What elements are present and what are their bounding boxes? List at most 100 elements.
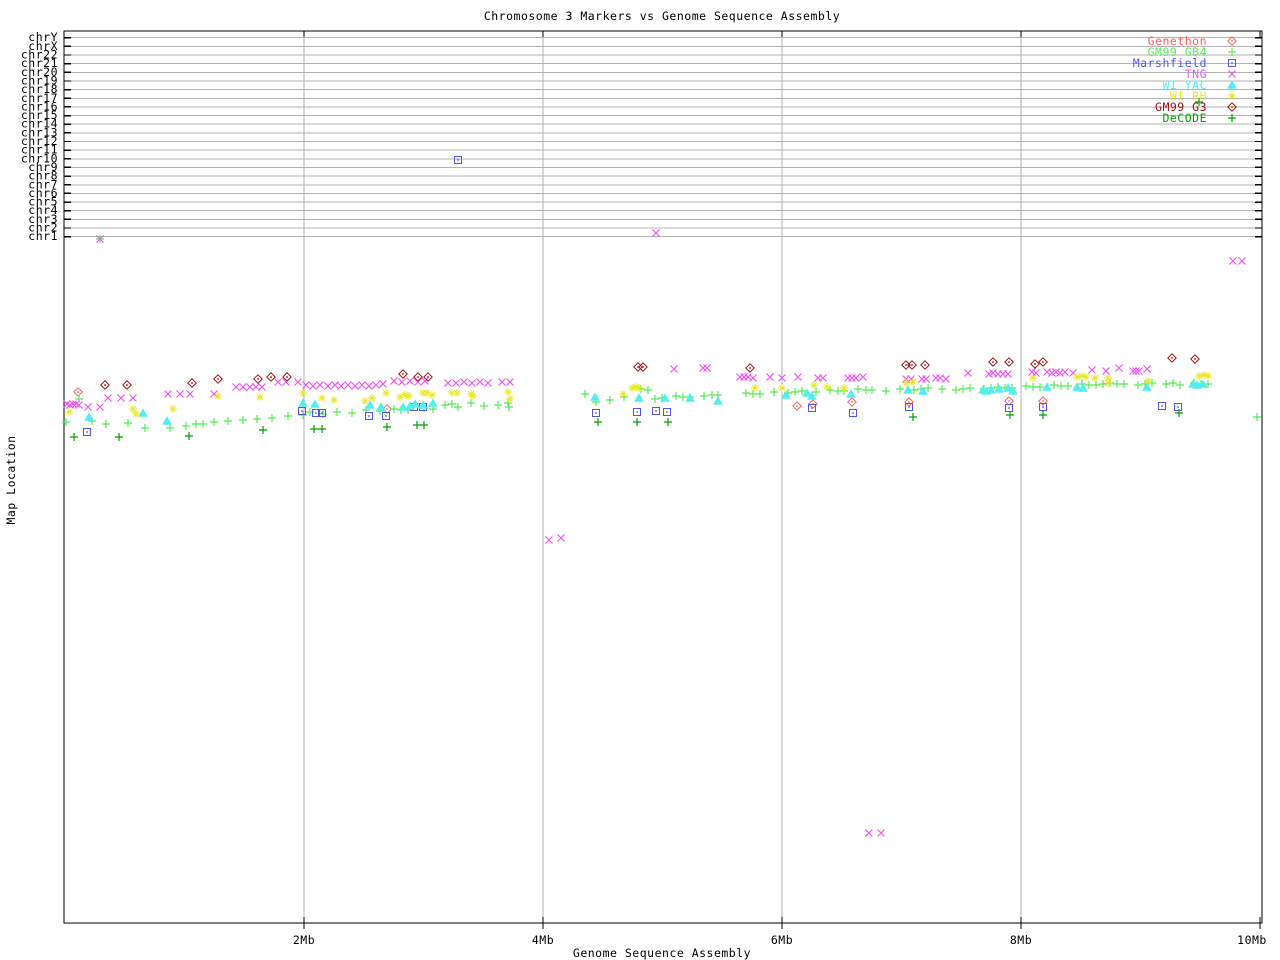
data-point-tng [844, 374, 852, 382]
data-point-tng [444, 379, 452, 387]
data-point-tng [703, 364, 711, 372]
data-point-gm99-gb4 [505, 403, 513, 411]
data-point-gm99-gb4 [1120, 380, 1128, 388]
data-point-gm99-g3 [1038, 357, 1048, 367]
data-point-wi-yac [1042, 382, 1052, 391]
data-point-tng [337, 382, 345, 390]
data-point-tng [1143, 365, 1151, 373]
data-point-tng [877, 829, 885, 837]
data-point-tng [545, 536, 553, 544]
data-point-wi-rh [751, 384, 759, 392]
data-point-tng [1088, 366, 1096, 374]
chart-title: Chromosome 3 Markers vs Genome Sequence … [483, 9, 841, 23]
data-point-marshfield [808, 404, 816, 412]
data-point-decode [420, 421, 428, 429]
x-axis-label: Genome Sequence Assembly [572, 946, 752, 960]
data-point-gm99-gb4 [966, 384, 974, 392]
data-point-tng [498, 378, 506, 386]
data-point-gm99-g3 [638, 362, 648, 372]
data-point-tng [309, 382, 317, 390]
data-point-tng [484, 379, 492, 387]
data-point-wi-rh [330, 396, 338, 404]
data-point-wi-yac [685, 393, 695, 402]
data-point-decode [1039, 411, 1047, 419]
data-point-marshfield [652, 407, 660, 415]
data-point-gm99-gb4 [494, 401, 502, 409]
data-point-tng [398, 378, 406, 386]
data-point-wi-rh [361, 397, 369, 405]
data-point-gm99-g3 [398, 369, 408, 379]
data-point-tng [252, 383, 260, 391]
data-point-marshfield [592, 409, 600, 417]
data-point-marshfield [83, 428, 91, 436]
data-point-gm99-gb4 [1092, 381, 1100, 389]
x-tick-label: 4Mb [532, 933, 554, 947]
data-point-gm99-g3 [1190, 354, 1200, 364]
data-point-wi-yac [138, 408, 148, 417]
data-point-gm99-gb4 [141, 424, 149, 432]
data-point-marshfield [382, 412, 390, 420]
data-point-tng [351, 382, 359, 390]
data-point-tng [414, 378, 422, 386]
data-point-gm99-gb4 [756, 390, 764, 398]
data-point-gm99-g3 [423, 372, 433, 382]
data-point-tng [176, 390, 184, 398]
data-point-tng [932, 374, 940, 382]
data-point-wi-rh [368, 394, 376, 402]
data-point-gm99-gb4 [182, 422, 190, 430]
data-point-gm99-gb4 [606, 396, 614, 404]
data-point-tng [794, 373, 802, 381]
data-point-tng [186, 390, 194, 398]
legend-symbol-marshfield [1228, 59, 1236, 67]
data-point-wi-rh [635, 384, 643, 392]
data-point-gm99-g3 [745, 363, 755, 373]
data-point-wi-rh [428, 391, 436, 399]
data-point-tng [1115, 364, 1123, 372]
data-point-gm99-gb4 [1029, 383, 1037, 391]
data-point-wi-yac [634, 393, 644, 402]
data-point-tng [964, 369, 972, 377]
data-point-wi-rh [778, 384, 786, 392]
data-point-wi-rh [810, 381, 818, 389]
data-point-wi-yac [986, 385, 996, 394]
data-point-decode [70, 433, 78, 441]
data-point-marshfield [454, 156, 462, 164]
data-point-gm99-gb4 [1253, 413, 1261, 421]
data-point-gm99-gb4 [1162, 380, 1170, 388]
data-point-gm99-gb4 [124, 419, 132, 427]
data-point-tng [460, 378, 468, 386]
data-point-tng [96, 403, 104, 411]
data-point-gm99-gb4 [210, 418, 218, 426]
data-point-gm99-g3 [1167, 353, 1177, 363]
data-point-gm99-gb4 [480, 402, 488, 410]
data-point-tng [736, 373, 744, 381]
data-point-gm99-gb4 [166, 424, 174, 432]
data-point-tng [258, 383, 266, 391]
data-point-wi-rh [1091, 374, 1099, 382]
data-point-gm99-g3 [901, 360, 911, 370]
data-point-tng [476, 378, 484, 386]
legend-symbol-wi-yac [1227, 80, 1237, 89]
data-point-wi-yac [310, 399, 320, 408]
data-point-tng [848, 374, 856, 382]
data-point-gm99-g3 [122, 380, 132, 390]
data-point-tng [652, 229, 660, 237]
data-point-wi-rh [214, 392, 222, 400]
data-point-wi-rh [902, 379, 910, 387]
y-tick-label: chr1 [28, 229, 58, 243]
data-point-marshfield [663, 408, 671, 416]
data-point-decode [383, 423, 391, 431]
data-point-wi-rh [840, 384, 848, 392]
data-point-tng [452, 379, 460, 387]
data-point-gm99-gb4 [1169, 379, 1177, 387]
data-point-gm99-gb4 [467, 399, 475, 407]
data-point-tng [344, 381, 352, 389]
data-point-tng [365, 382, 373, 390]
data-point-tng [942, 375, 950, 383]
data-point-decode [115, 433, 123, 441]
data-point-gm99-g3 [1030, 359, 1040, 369]
data-point-wi-rh [453, 389, 461, 397]
data-point-marshfield [905, 403, 913, 411]
data-point-tng [84, 403, 92, 411]
x-tick-label: 6Mb [771, 933, 793, 947]
